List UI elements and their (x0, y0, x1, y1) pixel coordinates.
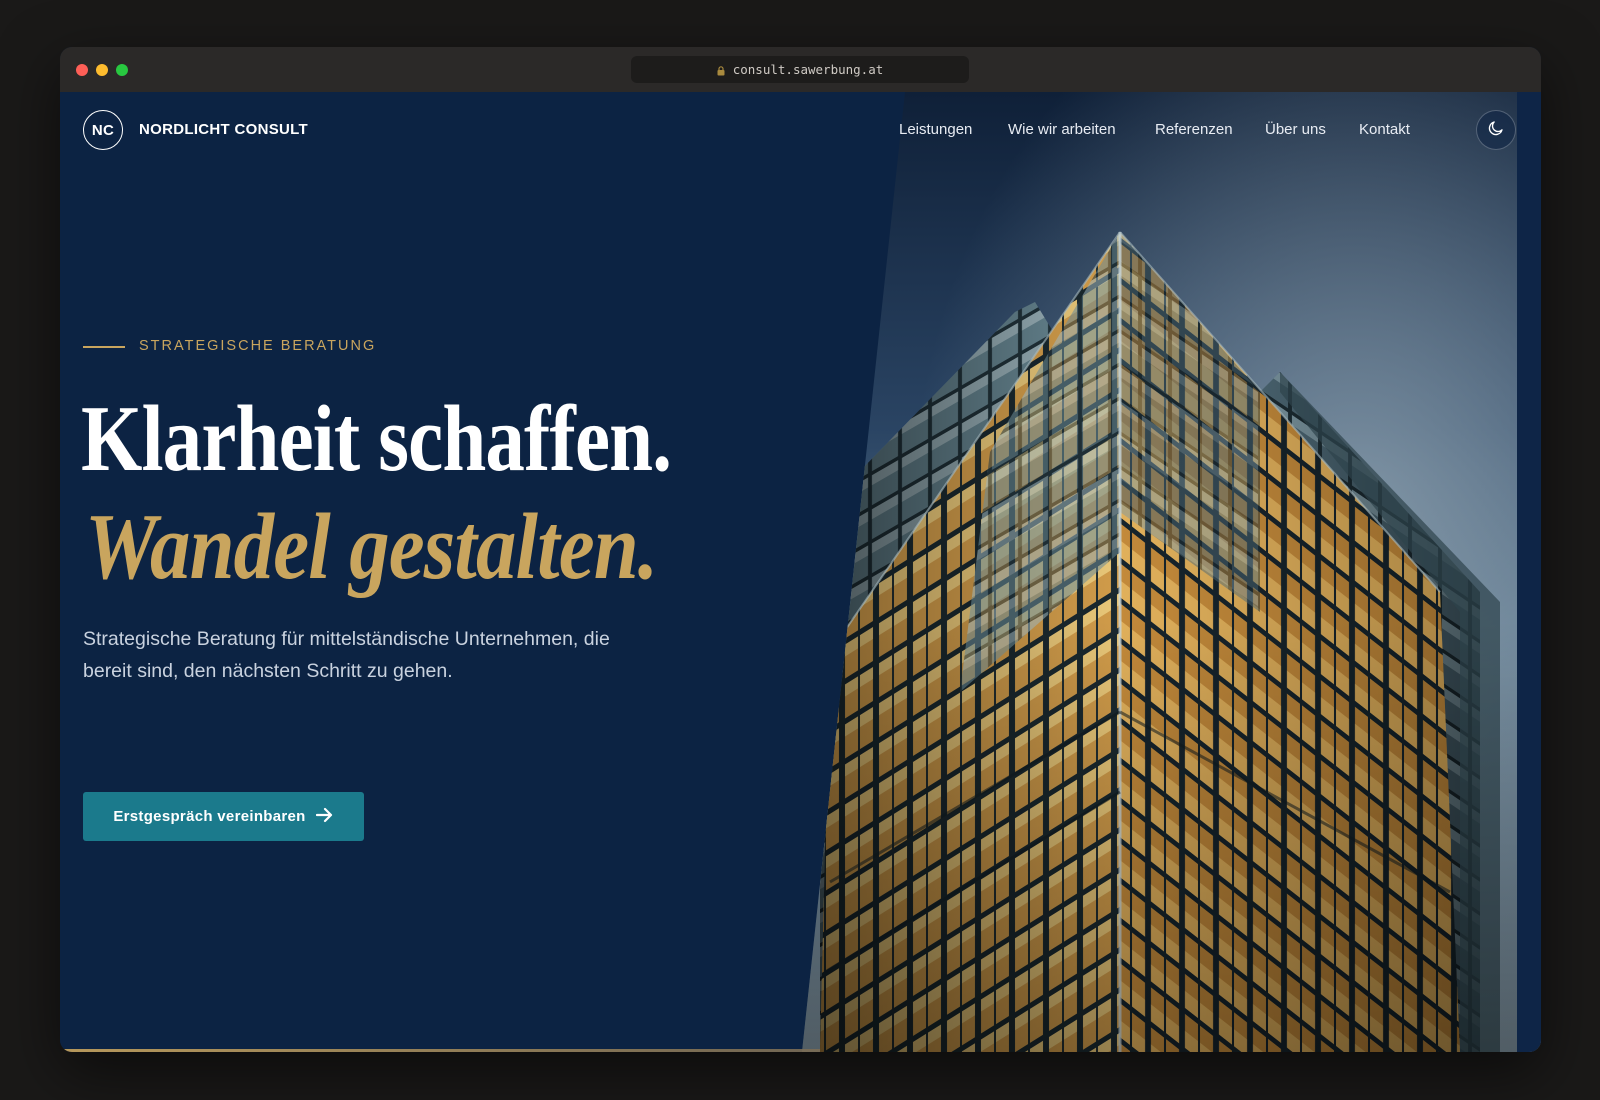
close-window-button[interactable] (76, 64, 88, 76)
hero-headline-line1: Klarheit schaffen. (81, 387, 672, 491)
lock-icon (717, 66, 725, 76)
minimize-window-button[interactable] (96, 64, 108, 76)
address-bar[interactable]: consult.sawerbung.at (631, 56, 969, 83)
hero-section: NC NORDLICHT CONSULT Leistungen Wie wir … (60, 92, 1541, 1052)
theme-toggle-button[interactable] (1476, 110, 1516, 150)
hero-headline-line2: Wandel gestalten. (85, 495, 658, 599)
nav-link-ueber-uns[interactable]: Über uns (1265, 121, 1326, 138)
nav-link-referenzen[interactable]: Referenzen (1155, 121, 1233, 138)
nav-link-leistungen[interactable]: Leistungen (899, 121, 972, 138)
maximize-window-button[interactable] (116, 64, 128, 76)
page-edge-strip (1517, 92, 1541, 1052)
browser-window: consult.sawerbung.at NC NORDLICHT CONSUL… (60, 47, 1541, 1052)
hero-eyebrow: STRATEGISCHE BERATUNG (139, 338, 377, 354)
nav-link-wie-wir-arbeiten[interactable]: Wie wir arbeiten (1008, 121, 1116, 138)
hero-lead-text: Strategische Beratung für mittelständisc… (83, 628, 610, 682)
moon-icon (1487, 119, 1505, 141)
main-navigation: Leistungen Wie wir arbeiten Referenzen Ü… (60, 121, 1541, 141)
address-bar-url: consult.sawerbung.at (732, 62, 884, 77)
arrow-right-icon (315, 807, 334, 827)
nav-link-kontakt[interactable]: Kontakt (1359, 121, 1410, 138)
eyebrow-divider (83, 346, 125, 348)
browser-titlebar: consult.sawerbung.at (60, 47, 1541, 92)
cta-button-erstgespraech[interactable]: Erstgespräch vereinbaren (83, 792, 364, 841)
cta-button-label: Erstgespräch vereinbaren (113, 808, 306, 825)
bottom-accent-line (60, 1049, 820, 1052)
